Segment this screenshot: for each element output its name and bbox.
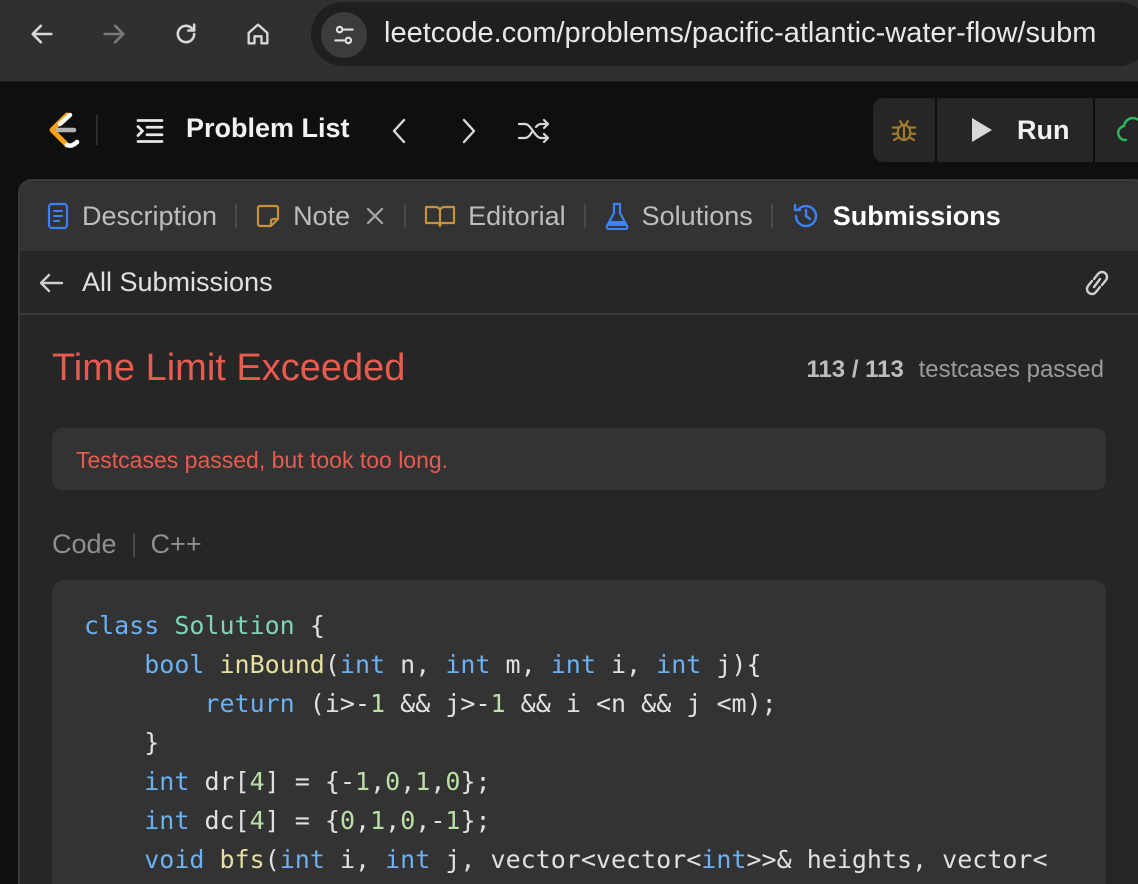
back-button[interactable] — [22, 14, 62, 54]
code-line: } — [144, 728, 160, 757]
status-message-box: Testcases passed, but took too long. — [52, 428, 1106, 490]
tab-note-label: Note — [293, 200, 351, 231]
tune-icon — [334, 25, 354, 45]
all-submissions-link[interactable]: All Submissions — [82, 267, 273, 298]
tab-note[interactable]: Note — [255, 181, 386, 251]
code-line: int dc[4] = {0,1,0,-1}; — [144, 806, 491, 835]
tab-divider — [583, 204, 586, 228]
submission-status: Time Limit Exceeded — [52, 347, 406, 389]
code-line: void bfs(int i, int j, vector<vector<int… — [144, 845, 1048, 874]
run-toolbar: Run — [873, 98, 1138, 162]
next-problem-button[interactable] — [450, 111, 486, 151]
flask-icon — [605, 202, 628, 230]
submission-subheader: All Submissions — [20, 251, 1138, 315]
arrow-right-icon — [103, 24, 125, 44]
problem-list-icon[interactable] — [132, 113, 168, 149]
testcases-label: testcases passed — [918, 356, 1104, 383]
forward-button[interactable] — [94, 14, 134, 54]
status-message: Testcases passed, but took too long. — [76, 447, 449, 473]
code-label: Code — [52, 529, 117, 559]
bug-icon — [891, 120, 917, 142]
language-label: C++ — [150, 529, 202, 559]
chevron-left-icon — [392, 118, 406, 144]
panel-tabs: Description Note Editorial Solutions Sub… — [20, 181, 1138, 251]
leetcode-logo[interactable] — [40, 107, 86, 153]
tab-divider — [235, 204, 238, 228]
arrow-left-icon — [31, 24, 53, 44]
run-label: Run — [1017, 114, 1070, 145]
cloud-upload-icon — [1117, 116, 1138, 142]
home-icon — [247, 23, 269, 45]
note-icon — [256, 204, 280, 228]
link-icon[interactable] — [1080, 267, 1114, 299]
code-label-divider — [132, 532, 135, 557]
code-line: bool inBound(int n, int m, int i, int j)… — [144, 650, 762, 679]
prev-problem-button[interactable] — [382, 111, 418, 151]
problem-list-label[interactable]: Problem List — [186, 113, 350, 144]
reload-icon — [176, 23, 196, 44]
tab-description[interactable]: Description — [46, 181, 217, 251]
play-icon — [972, 118, 992, 142]
document-icon — [47, 202, 69, 230]
testcases-count: 113 / 113 — [806, 356, 904, 383]
tab-submissions-label: Submissions — [832, 200, 1001, 231]
tab-divider — [770, 204, 773, 228]
chevron-right-icon — [462, 118, 476, 144]
tab-submissions[interactable]: Submissions — [791, 181, 1001, 251]
random-problem-button[interactable] — [514, 111, 554, 151]
back-arrow-icon[interactable] — [36, 268, 66, 298]
tab-solutions-label: Solutions — [641, 200, 753, 231]
tab-editorial-label: Editorial — [468, 200, 566, 231]
tab-solutions[interactable]: Solutions — [604, 181, 753, 251]
code-line: class Solution { — [84, 611, 325, 640]
code-line: return (i>-1 && j>-1 && i <n && j <m); — [204, 689, 777, 718]
code-content: class Solution { bool inBound(int n, int… — [84, 606, 1048, 879]
address-bar[interactable]: leetcode.com/problems/pacific-atlantic-w… — [311, 2, 1138, 66]
run-button[interactable]: Run — [939, 98, 1095, 162]
code-viewer[interactable]: class Solution { bool inBound(int n, int… — [52, 580, 1106, 884]
tab-editorial[interactable]: Editorial — [424, 181, 566, 251]
debug-button[interactable] — [873, 98, 937, 162]
shuffle-icon — [517, 118, 550, 144]
code-language-header: Code C++ — [52, 529, 202, 560]
book-icon — [425, 205, 456, 228]
home-button[interactable] — [238, 14, 278, 54]
history-icon — [793, 203, 817, 228]
header-divider — [96, 115, 98, 145]
submission-panel: Description Note Editorial Solutions Sub… — [18, 179, 1138, 884]
submit-button[interactable] — [1097, 98, 1138, 162]
url-text[interactable]: leetcode.com/problems/pacific-atlantic-w… — [384, 17, 1096, 50]
site-info-button[interactable] — [321, 12, 367, 58]
reload-button[interactable] — [166, 14, 206, 54]
close-icon[interactable] — [364, 205, 386, 227]
testcases-summary: 113 / 113 testcases passed — [806, 356, 1104, 384]
tab-divider — [404, 204, 407, 228]
code-line: int dr[4] = {-1,0,1,0}; — [144, 767, 491, 796]
tab-description-label: Description — [82, 200, 218, 231]
browser-toolbar: leetcode.com/problems/pacific-atlantic-w… — [0, 0, 1138, 82]
app-header: Problem List Run — [0, 83, 1138, 179]
